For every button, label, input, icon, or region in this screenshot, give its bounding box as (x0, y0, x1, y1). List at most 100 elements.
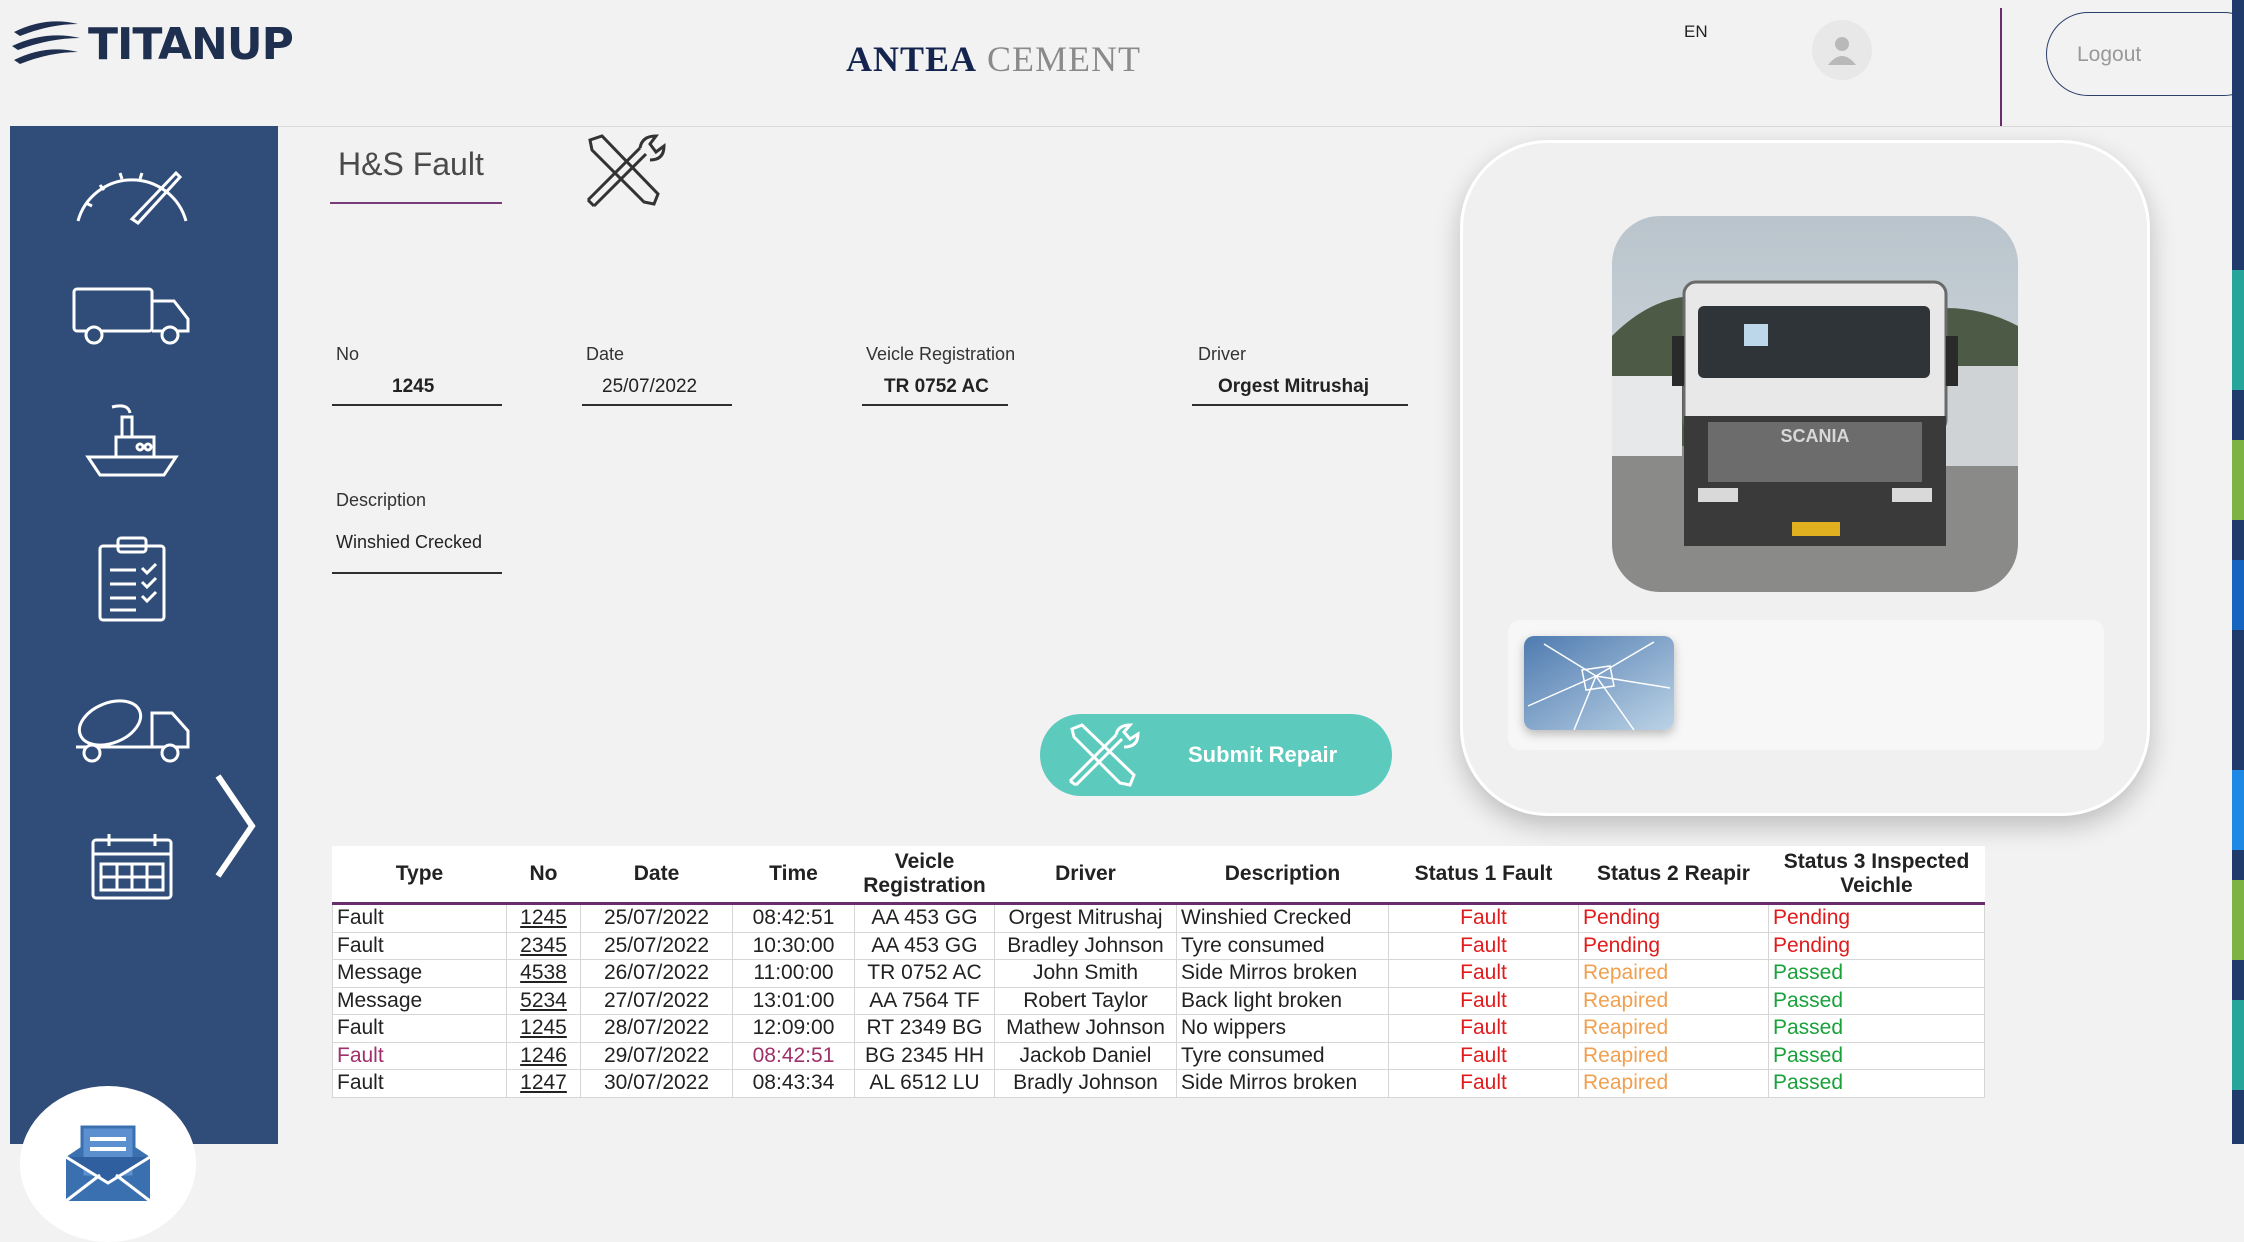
cell-driver: Bradley Johnson (994, 931, 1177, 960)
driver-field[interactable]: Orgest Mitrushaj (1218, 376, 1369, 398)
cell-registration: AL 6512 LU (854, 1069, 995, 1098)
nav-shipping[interactable] (62, 396, 202, 486)
table-row[interactable]: Fault 1246 29/07/2022 08:42:51 BG 2345 H… (332, 1041, 1985, 1070)
column-header-status3[interactable]: Status 3 Inspected Veichle (1769, 846, 1985, 904)
date-label: Date (586, 344, 625, 364)
cell-type: Fault (332, 1069, 507, 1098)
cell-type: Fault (332, 1041, 507, 1070)
cell-type: Fault (332, 1014, 507, 1043)
registration-field[interactable]: TR 0752 AC (884, 376, 989, 398)
right-decorative-strip (2232, 0, 2244, 1144)
nav-mixers[interactable] (62, 684, 202, 774)
user-icon (1828, 37, 1856, 65)
description-field[interactable]: Winshied Crecked (336, 532, 482, 553)
cell-status2: Pending (1578, 931, 1769, 960)
title-underline (330, 202, 502, 204)
driver-underline (1192, 404, 1408, 406)
titanup-logo: TITANUP (10, 14, 294, 74)
chevron-right-icon[interactable] (206, 766, 266, 886)
header-separator (10, 126, 2236, 127)
submit-repair-button[interactable]: Submit Repair (1040, 714, 1392, 796)
mail-document-icon (65, 1125, 151, 1203)
cell-no-link[interactable]: 1245 (506, 903, 581, 933)
table-row[interactable]: Fault 2345 25/07/2022 10:30:00 AA 453 GG… (332, 931, 1985, 960)
nav-trucks[interactable] (62, 270, 202, 360)
cell-no-link[interactable]: 2345 (506, 931, 581, 960)
cell-no-link[interactable]: 1247 (506, 1069, 581, 1098)
truck-image: SCANIA (1612, 216, 2018, 592)
cell-description: Side Mirros broken (1176, 959, 1389, 988)
cell-date: 28/07/2022 (580, 1014, 733, 1043)
company-name: ANTEA CEMENT (846, 38, 1141, 80)
cell-no-link[interactable]: 1246 (506, 1041, 581, 1070)
cell-no-link[interactable]: 5234 (506, 986, 581, 1015)
app-header: TITANUP ANTEA CEMENT EN Logout (0, 0, 2244, 126)
cell-driver: Robert Taylor (994, 986, 1177, 1015)
table-row[interactable]: Message 5234 27/07/2022 13:01:00 AA 7564… (332, 986, 1985, 1015)
column-header-status2[interactable]: Status 2 Reapir (1579, 846, 1769, 904)
cement-mixer-icon (76, 699, 190, 763)
nav-checklist[interactable] (62, 534, 202, 624)
nav-dashboard[interactable] (62, 146, 202, 236)
truck-brand: SCANIA (1780, 426, 1849, 446)
logout-button[interactable]: Logout (2046, 12, 2244, 96)
cell-status3: Passed (1768, 1014, 1985, 1043)
submit-repair-label: Submit Repair (1188, 742, 1338, 767)
brand-name-main: TITAN (88, 18, 228, 70)
column-header-registration[interactable]: Veicle Registration (855, 846, 995, 904)
column-header-time[interactable]: Time (733, 846, 855, 904)
column-header-type[interactable]: Type (333, 846, 507, 904)
cell-status1: Fault (1388, 1041, 1579, 1070)
cell-time: 08:42:51 (732, 1041, 855, 1070)
cell-status2: Pending (1578, 903, 1769, 933)
cell-type: Fault (332, 931, 507, 960)
table-row[interactable]: Fault 1245 28/07/2022 12:09:00 RT 2349 B… (332, 1014, 1985, 1043)
cell-status1: Fault (1388, 903, 1579, 933)
column-header-description[interactable]: Description (1177, 846, 1389, 904)
column-header-driver[interactable]: Driver (995, 846, 1177, 904)
cell-date: 26/07/2022 (580, 959, 733, 988)
cell-description: Side Mirros broken (1176, 1069, 1389, 1098)
table-row[interactable]: Message 4538 26/07/2022 11:00:00 TR 0752… (332, 959, 1985, 988)
cell-date: 25/07/2022 (580, 931, 733, 960)
column-header-no[interactable]: No (507, 846, 581, 904)
description-label: Description (336, 490, 427, 510)
table-row[interactable]: Fault 1247 30/07/2022 08:43:34 AL 6512 L… (332, 1069, 1985, 1098)
cell-status3: Passed (1768, 1041, 1985, 1070)
nav-calendar[interactable] (62, 822, 202, 912)
company-name-part2: CEMENT (987, 39, 1142, 79)
ship-icon (85, 404, 179, 477)
company-name-part1: ANTEA (846, 39, 978, 79)
cell-status2: Reapired (1578, 1069, 1769, 1098)
no-field[interactable]: 1245 (392, 376, 434, 398)
cell-description: Tyre consumed (1176, 931, 1389, 960)
truck-icon (72, 287, 190, 345)
driver-label: Driver (1198, 344, 1246, 364)
date-field[interactable]: 25/07/2022 (602, 376, 697, 398)
cell-status1: Fault (1388, 931, 1579, 960)
cell-date: 30/07/2022 (580, 1069, 733, 1098)
cell-no-link[interactable]: 4538 (506, 959, 581, 988)
cell-status1: Fault (1388, 1069, 1579, 1098)
language-selector[interactable]: EN (1684, 22, 1708, 42)
cell-description: No wippers (1176, 1014, 1389, 1043)
sidebar (10, 126, 278, 1242)
truck-photo[interactable]: SCANIA (1612, 216, 2018, 592)
cell-registration: TR 0752 AC (854, 959, 995, 988)
cell-date: 25/07/2022 (580, 903, 733, 933)
cell-status3: Passed (1768, 1069, 1985, 1098)
column-header-date[interactable]: Date (581, 846, 733, 904)
cell-driver: Bradly Johnson (994, 1069, 1177, 1098)
messages-button[interactable] (20, 1086, 196, 1242)
cracked-windshield-thumbnail[interactable] (1524, 636, 1674, 730)
cell-description: Tyre consumed (1176, 1041, 1389, 1070)
table-row[interactable]: Fault 1245 25/07/2022 08:42:51 AA 453 GG… (332, 903, 1985, 933)
clipboard-checklist-icon (98, 536, 166, 622)
user-avatar[interactable] (1812, 20, 1872, 80)
cell-time: 13:01:00 (732, 986, 855, 1015)
column-header-status1[interactable]: Status 1 Fault (1389, 846, 1579, 904)
cell-status3: Pending (1768, 931, 1985, 960)
registration-underline (862, 404, 1008, 406)
cell-no-link[interactable]: 1245 (506, 1014, 581, 1043)
cell-description: Winshied Crecked (1176, 903, 1389, 933)
